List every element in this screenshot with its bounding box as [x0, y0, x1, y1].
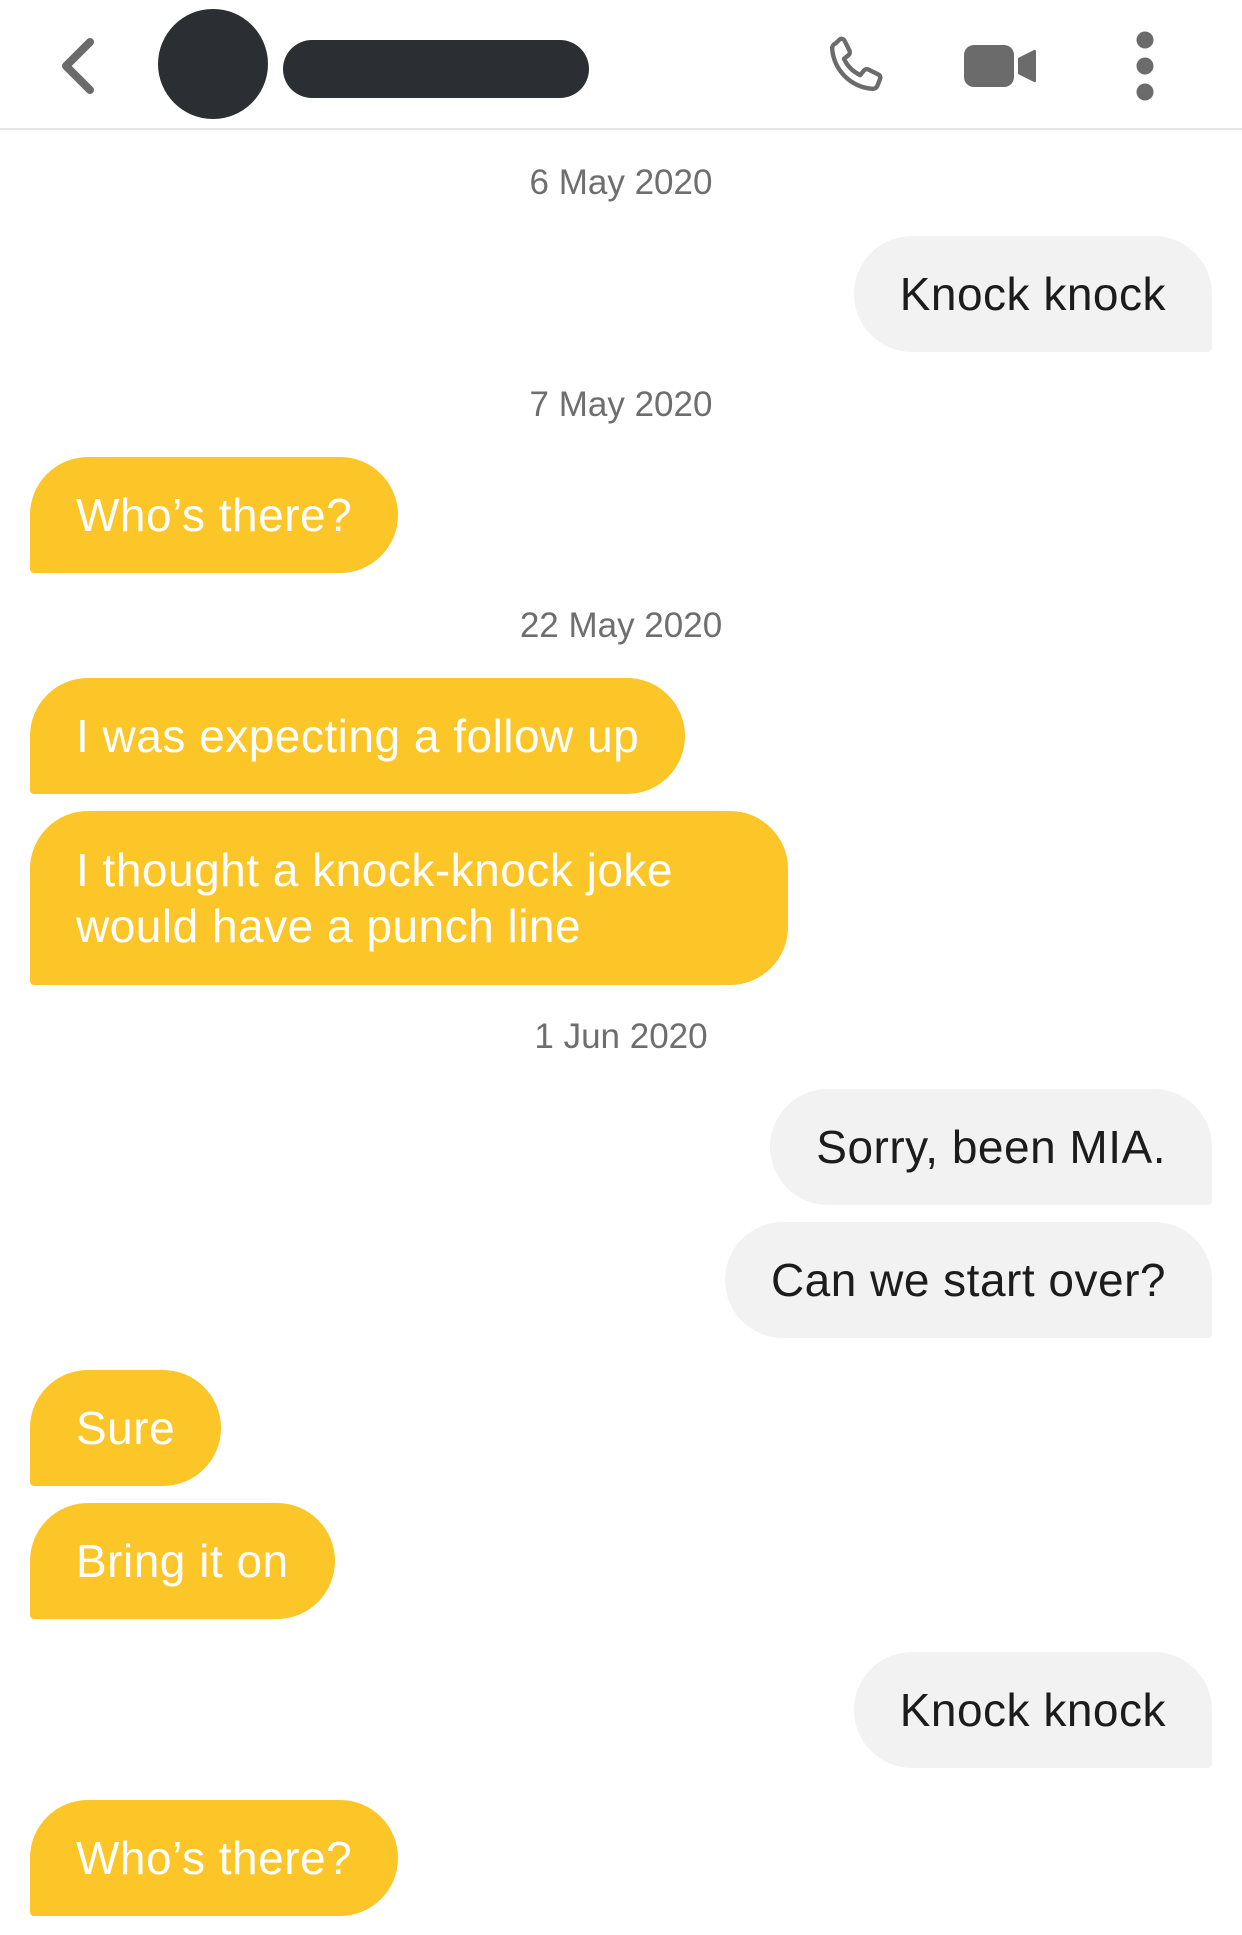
date-separator: 7 May 2020 [529, 385, 713, 424]
message-text: Bring it on [76, 1535, 289, 1587]
incoming-message[interactable]: I was expecting a follow up [30, 678, 686, 794]
more-options-button[interactable] [1120, 30, 1170, 102]
more-vertical-icon [1136, 31, 1154, 101]
incoming-message[interactable]: Who’s there? [30, 457, 399, 573]
phone-call-button[interactable] [815, 30, 895, 102]
message-text: Who’s there? [76, 489, 353, 541]
video-call-button[interactable] [955, 30, 1045, 102]
message-text: Sorry, been MIA. [816, 1121, 1166, 1173]
back-button[interactable] [48, 28, 108, 104]
outgoing-message[interactable]: Sorry, been MIA. [770, 1089, 1212, 1205]
message-text: Can we start over? [770, 1254, 1166, 1306]
incoming-message[interactable]: I thought a knock-knock joke would have … [30, 811, 788, 985]
message-text: Knock knock [899, 268, 1166, 320]
incoming-message[interactable]: Sure [30, 1370, 222, 1486]
date-separator: 1 Jun 2020 [534, 1017, 708, 1056]
incoming-message[interactable]: Who’s there? [30, 1800, 399, 1916]
date-separator: 22 May 2020 [519, 606, 723, 645]
message-text: Sure [76, 1402, 176, 1454]
outgoing-message[interactable]: Can we start over? [724, 1222, 1212, 1338]
chat-header [0, 0, 1242, 130]
outgoing-message[interactable]: Knock knock [853, 236, 1212, 352]
date-separator: 6 May 2020 [529, 163, 713, 202]
message-text: Knock knock [899, 1684, 1166, 1736]
avatar[interactable] [158, 9, 268, 119]
incoming-message[interactable]: Bring it on [30, 1503, 335, 1619]
message-text: I thought a knock-knock joke would have … [76, 844, 673, 952]
video-camera-icon [964, 45, 1036, 87]
redacted-name[interactable] [283, 40, 589, 98]
phone-icon [829, 36, 883, 92]
message-text: I was expecting a follow up [76, 710, 640, 762]
message-text: Who’s there? [76, 1832, 353, 1884]
chevron-left-icon [62, 38, 94, 94]
outgoing-message[interactable]: Knock knock [853, 1652, 1212, 1768]
